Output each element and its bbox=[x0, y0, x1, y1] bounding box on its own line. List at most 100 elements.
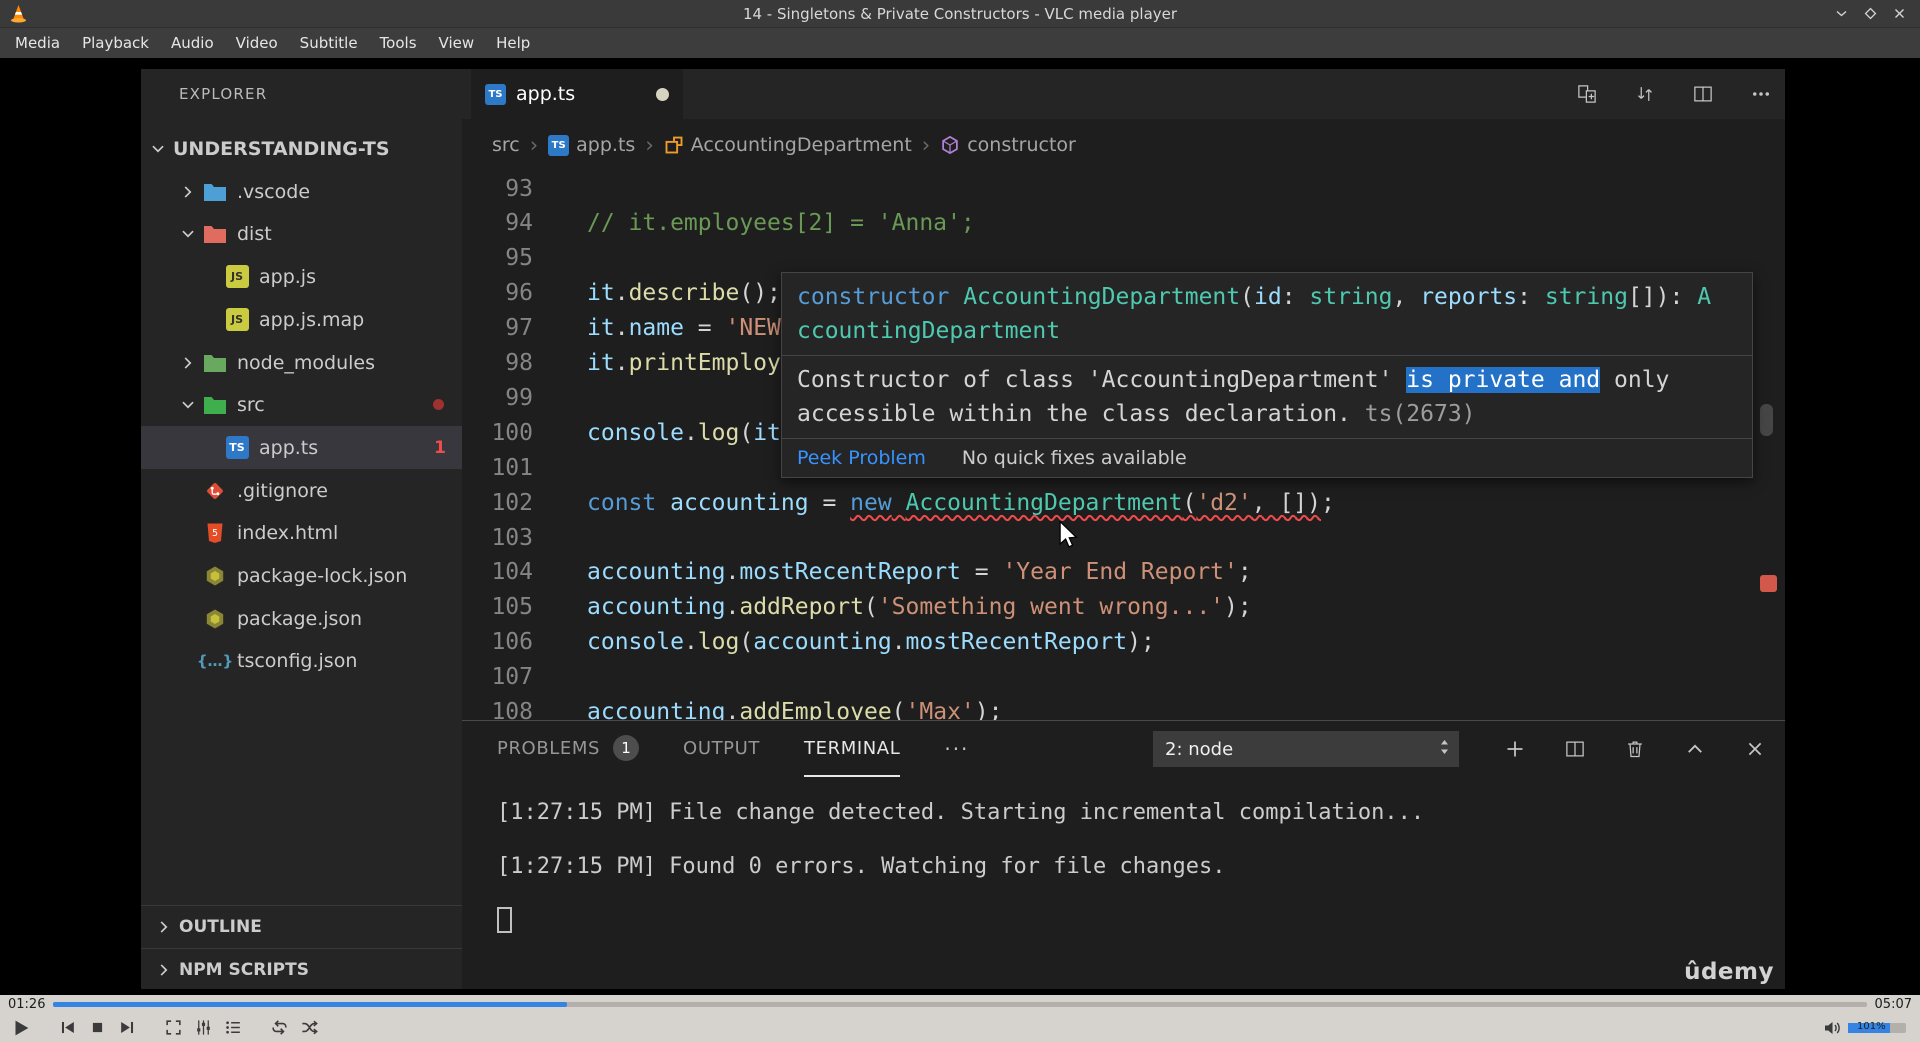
code-line-105[interactable]: 105 accounting.addReport('Something went … bbox=[462, 590, 1785, 625]
code-line-102[interactable]: 102 const accounting = new AccountingDepa… bbox=[462, 485, 1785, 520]
terminal-output[interactable]: [1:27:15 PM] File change detected. Start… bbox=[497, 799, 1765, 880]
next-button[interactable] bbox=[112, 1015, 142, 1040]
file-index-html[interactable]: 5 index.html bbox=[141, 511, 462, 554]
breadcrumb-label: constructor bbox=[967, 134, 1076, 156]
terminal-select[interactable]: 2: node bbox=[1153, 731, 1459, 767]
menu-media[interactable]: Media bbox=[4, 28, 71, 58]
playlist-button[interactable] bbox=[218, 1015, 248, 1040]
breadcrumb-constructor[interactable]: constructor bbox=[940, 134, 1076, 156]
line-number: 98 bbox=[505, 350, 533, 376]
bottom-panel: PROBLEMS 1 OUTPUT TERMINAL ··· 2: node [1:2… bbox=[462, 720, 1785, 989]
seek-slider[interactable] bbox=[53, 1001, 1867, 1007]
breadcrumb-separator: › bbox=[645, 133, 654, 157]
item-label: tsconfig.json bbox=[237, 649, 358, 672]
file-tsconfig-json[interactable]: {…} tsconfig.json bbox=[141, 639, 462, 682]
code-text: accounting.addEmployee('Max'); bbox=[587, 699, 1003, 720]
volume-slider[interactable]: 101% bbox=[1848, 1021, 1906, 1033]
new-terminal-icon[interactable] bbox=[1505, 739, 1525, 759]
split-editor-icon[interactable] bbox=[1693, 84, 1713, 104]
random-button[interactable] bbox=[294, 1015, 324, 1040]
fullscreen-button[interactable] bbox=[158, 1015, 188, 1040]
section-npm-scripts[interactable]: NPM SCRIPTS bbox=[141, 948, 462, 989]
line-number: 100 bbox=[491, 419, 533, 446]
file-app-js-map[interactable]: JS app.js.map bbox=[141, 298, 462, 341]
speaker-icon[interactable] bbox=[1824, 1020, 1842, 1036]
file-app-js[interactable]: JS app.js bbox=[141, 255, 462, 298]
panel-controls: 2: node bbox=[1153, 731, 1765, 767]
scrollbar-thumb[interactable] bbox=[1760, 404, 1773, 436]
open-changes-icon[interactable] bbox=[1577, 84, 1597, 104]
close-panel-icon[interactable] bbox=[1745, 739, 1765, 759]
panel-tab-problems[interactable]: PROBLEMS 1 bbox=[497, 721, 640, 777]
file-package-lock-json[interactable]: package-lock.json bbox=[141, 554, 462, 597]
ts-icon: TS bbox=[485, 83, 506, 105]
more-actions-icon[interactable] bbox=[1751, 84, 1771, 104]
panel-tab-terminal[interactable]: TERMINAL bbox=[804, 721, 901, 777]
section-outline[interactable]: OUTLINE bbox=[141, 905, 462, 948]
terminal-select-value: 2: node bbox=[1165, 738, 1234, 760]
compare-changes-icon[interactable] bbox=[1635, 84, 1655, 104]
file-gitignore[interactable]: .gitignore bbox=[141, 469, 462, 512]
playback-controls: 101% bbox=[0, 1013, 1920, 1042]
item-label: .vscode bbox=[237, 180, 311, 203]
item-label: .gitignore bbox=[237, 479, 328, 502]
peek-problem-link[interactable]: Peek Problem bbox=[797, 447, 926, 469]
split-terminal-icon[interactable] bbox=[1565, 739, 1585, 759]
menu-view[interactable]: View bbox=[428, 28, 486, 58]
tab-modified-dot[interactable] bbox=[656, 87, 669, 101]
hover-message: Constructor of class 'AccountingDepartme… bbox=[782, 355, 1752, 438]
panel-tab-label: PROBLEMS bbox=[497, 737, 601, 759]
line-number: 104 bbox=[491, 559, 533, 586]
maximize-panel-icon[interactable] bbox=[1685, 739, 1705, 759]
overview-error-marker bbox=[1760, 575, 1777, 592]
menu-help[interactable]: Help bbox=[485, 28, 541, 58]
menu-tools[interactable]: Tools bbox=[369, 28, 428, 58]
panel-tab-label: OUTPUT bbox=[683, 737, 761, 759]
volume-cluster: 101% bbox=[1824, 1020, 1914, 1036]
play-button[interactable] bbox=[6, 1015, 36, 1040]
tab-bar: TS app.ts bbox=[462, 69, 1785, 119]
breadcrumb-app-ts[interactable]: TS app.ts bbox=[548, 134, 635, 156]
code-line-103[interactable]: 103 bbox=[462, 520, 1785, 555]
line-number: 96 bbox=[505, 280, 533, 307]
menu-subtitle[interactable]: Subtitle bbox=[289, 28, 369, 58]
code-line-108[interactable]: 108 accounting.addEmployee('Max'); bbox=[462, 695, 1785, 720]
file-app-ts[interactable]: TS app.ts 1 bbox=[141, 426, 462, 469]
hover-status-bar: Peek Problem No quick fixes available bbox=[782, 438, 1752, 477]
loop-button[interactable] bbox=[264, 1015, 294, 1040]
file-package-json[interactable]: package.json bbox=[141, 597, 462, 640]
minimize-button[interactable] bbox=[1835, 7, 1848, 20]
kill-terminal-icon[interactable] bbox=[1625, 739, 1645, 759]
tooltip-line: Constructor of class 'AccountingDepartme… bbox=[797, 367, 1670, 393]
breadcrumb-src[interactable]: src bbox=[492, 134, 520, 156]
video-area[interactable]: EXPLORER UNDERSTANDING-TS .vscode dist JS ap… bbox=[0, 58, 1920, 995]
code-line-95[interactable]: 95 bbox=[462, 241, 1785, 276]
tab-app-ts[interactable]: TS app.ts bbox=[471, 69, 683, 119]
folder-src[interactable]: src bbox=[141, 383, 462, 426]
code-line-93[interactable]: 93 bbox=[462, 171, 1785, 206]
explorer-root-folder[interactable]: UNDERSTANDING-TS bbox=[141, 127, 462, 170]
terminal-line: [1:27:15 PM] File change detected. Start… bbox=[497, 800, 1425, 825]
vlc-titlebar[interactable]: 14 - Singletons & Private Constructors -… bbox=[0, 0, 1920, 28]
folder-node-modules[interactable]: node_modules bbox=[141, 341, 462, 384]
panel-tabs-more-button[interactable]: ··· bbox=[944, 737, 969, 761]
menu-playback[interactable]: Playback bbox=[71, 28, 160, 58]
code-line-94[interactable]: 94 // it.employees[2] = 'Anna'; bbox=[462, 206, 1785, 241]
code-line-107[interactable]: 107 bbox=[462, 660, 1785, 695]
item-label: src bbox=[237, 393, 265, 416]
js-icon: JS bbox=[225, 308, 249, 331]
folder-vscode[interactable]: .vscode bbox=[141, 170, 462, 213]
close-button[interactable] bbox=[1893, 7, 1906, 20]
code-line-106[interactable]: 106 console.log(accounting.mostRecentRepo… bbox=[462, 625, 1785, 660]
code-line-104[interactable]: 104 accounting.mostRecentReport = 'Year E… bbox=[462, 555, 1785, 590]
panel-tab-output[interactable]: OUTPUT bbox=[683, 721, 760, 777]
menu-audio[interactable]: Audio bbox=[160, 28, 225, 58]
extended-settings-button[interactable] bbox=[188, 1015, 218, 1040]
breadcrumb-accountingdepartment[interactable]: AccountingDepartment bbox=[664, 134, 912, 156]
folder-dist[interactable]: dist bbox=[141, 212, 462, 255]
stop-button[interactable] bbox=[82, 1015, 112, 1040]
line-number: 97 bbox=[505, 315, 533, 342]
previous-button[interactable] bbox=[52, 1015, 82, 1040]
menu-video[interactable]: Video bbox=[225, 28, 289, 58]
maximize-button[interactable] bbox=[1864, 7, 1877, 20]
